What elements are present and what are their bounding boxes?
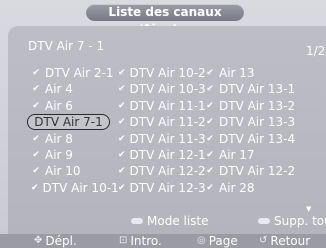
check-icon: ✔	[32, 84, 40, 95]
channel-label: DTV Air 13-4	[219, 131, 296, 146]
channel-item[interactable]: ✔ DTV Air 13-2	[201, 98, 301, 114]
check-icon: ✔	[206, 133, 214, 144]
channel-label: Air 4	[45, 82, 73, 97]
check-icon: ✔	[206, 182, 214, 193]
channel-item[interactable]: ✔ Air 28	[201, 180, 301, 196]
check-icon: ✔	[31, 182, 39, 193]
check-icon: ✔	[206, 84, 214, 95]
channel-item[interactable]: ✔ DTV Air 13-3	[201, 114, 301, 130]
channel-label: Air 8	[45, 131, 73, 146]
check-icon: ✔	[118, 182, 126, 193]
channel-item[interactable]: ✔ DTV Air 10-3	[114, 81, 206, 97]
channel-label: DTV Air 11-3	[129, 131, 206, 146]
channel-item[interactable]: ✔ DTV Air 12-3	[114, 180, 206, 196]
window-title: Liste des canaux /Ajouter	[86, 4, 244, 36]
channel-item[interactable]: ✔ Air 10	[27, 163, 114, 179]
channel-item[interactable]: ✔ Air 6	[27, 98, 114, 114]
mode-list-button[interactable]: Mode liste	[131, 214, 209, 228]
check-icon: ✔	[118, 117, 126, 128]
check-icon: ✔	[32, 68, 40, 78]
check-icon: ✔	[32, 100, 40, 111]
navigation-bar: ✥ Dépl. ⊡ Intro. ◎ Page ↺ Retour	[0, 234, 326, 248]
channel-label: DTV Air 13-3	[219, 115, 296, 130]
nav-enter-label: Intro.	[130, 234, 162, 248]
channel-item[interactable]: ✔ DTV Air 11-3	[114, 131, 206, 147]
channel-label: DTV Air 10-2	[129, 66, 206, 80]
check-icon: ✔	[118, 68, 126, 78]
channel-label: DTV Air 12-2	[219, 164, 296, 179]
green-key-icon	[131, 218, 143, 224]
mode-list-label: Mode liste	[147, 214, 209, 228]
channel-item[interactable]: ✔ Air 13	[201, 65, 301, 81]
channel-item[interactable]: ✔ DTV Air 11-2	[114, 114, 206, 130]
channel-item[interactable]: ✔ DTV Air 11-1	[114, 98, 206, 114]
tv-screen: Liste des canaux /Ajouter DTV Air 7 - 1 …	[0, 0, 326, 248]
channel-label: DTV Air 11-1	[129, 98, 206, 113]
channel-label: Air 17	[219, 147, 255, 162]
delete-all-label: Supp. tout	[274, 214, 326, 228]
channel-label: DTV Air 12-2	[129, 164, 206, 179]
check-icon: ✔	[32, 133, 40, 144]
channel-label: DTV Air 11-2	[129, 115, 206, 130]
channel-item[interactable]: ✔ DTV Air 13-1	[201, 81, 301, 97]
channel-item[interactable]: ✔ DTV Air 12-2	[201, 163, 301, 179]
nav-back-label: Retour	[270, 234, 311, 248]
channel-item[interactable]: ✔ Air 17	[201, 147, 301, 163]
channel-item[interactable]: ✔ DTV Air 10-2	[114, 65, 206, 81]
nav-page-label: Page	[208, 234, 238, 248]
check-icon: ✔	[118, 100, 126, 111]
nav-move[interactable]: ✥ Dépl.	[34, 234, 77, 248]
page-icon: ◎	[197, 235, 206, 246]
scroll-down-icon[interactable]: ▼	[306, 205, 311, 213]
dpad-icon: ✥	[34, 235, 43, 246]
channel-item[interactable]: ✔ DTV Air 13-4	[201, 131, 301, 147]
enter-icon: ⊡	[119, 235, 128, 246]
channel-grid: ✔ DTV Air 2-1 ✔ DTV Air 10-2 ✔ Air 13 ✔ Air 4 ✔ D…	[27, 65, 301, 196]
check-icon: ✔	[118, 133, 126, 144]
channel-label: DTV Air 12-1	[129, 147, 206, 162]
channel-item[interactable]: ✔ DTV Air 2-1	[27, 65, 114, 81]
check-icon: ✔	[206, 100, 214, 111]
delete-all-button[interactable]: Supp. tout	[258, 214, 326, 228]
channel-label: Air 9	[45, 147, 73, 162]
channel-item[interactable]: ✔ Air 8	[27, 131, 114, 147]
channel-item[interactable]: DTV Air 7-1	[27, 114, 110, 131]
blue-key-icon	[258, 218, 270, 224]
channel-item[interactable]: ✔ DTV Air 10-1	[27, 180, 119, 196]
channel-label: Air 28	[219, 180, 255, 195]
channel-label: Air 10	[45, 164, 81, 179]
check-icon: ✔	[206, 68, 214, 78]
return-icon: ↺	[259, 235, 268, 246]
channel-item[interactable]: ✔ DTV Air 12-1	[114, 147, 206, 163]
check-icon: ✔	[206, 117, 214, 128]
channel-label: DTV Air 10-1	[42, 180, 119, 195]
check-icon: ✔	[206, 149, 214, 160]
check-icon: ✔	[32, 166, 40, 177]
current-channel: DTV Air 7 - 1	[28, 39, 105, 53]
nav-back[interactable]: ↺ Retour	[259, 234, 310, 248]
page-indicator: 1/2	[306, 44, 326, 58]
channel-label: DTV Air 13-1	[219, 82, 296, 97]
check-icon: ✔	[32, 149, 40, 160]
channel-label: Air 13	[219, 66, 255, 80]
check-icon: ✔	[118, 84, 126, 95]
channel-label: Air 6	[45, 98, 73, 113]
channel-item[interactable]: ✔ Air 9	[27, 147, 114, 163]
channel-item[interactable]: ✔ DTV Air 12-2	[114, 163, 206, 179]
channel-item[interactable]: ✔ Air 4	[27, 81, 114, 97]
check-icon: ✔	[118, 149, 126, 160]
nav-enter[interactable]: ⊡ Intro.	[119, 234, 162, 248]
check-icon: ✔	[118, 166, 126, 177]
check-icon: ✔	[206, 166, 214, 177]
channel-label: DTV Air 7-1	[34, 115, 103, 130]
channel-label: DTV Air 10-3	[129, 82, 206, 97]
channel-label: DTV Air 2-1	[45, 66, 114, 80]
channel-label: DTV Air 12-3	[129, 180, 206, 195]
nav-page[interactable]: ◎ Page	[197, 234, 238, 248]
channel-label: DTV Air 13-2	[219, 98, 296, 113]
nav-move-label: Dépl.	[45, 234, 77, 248]
